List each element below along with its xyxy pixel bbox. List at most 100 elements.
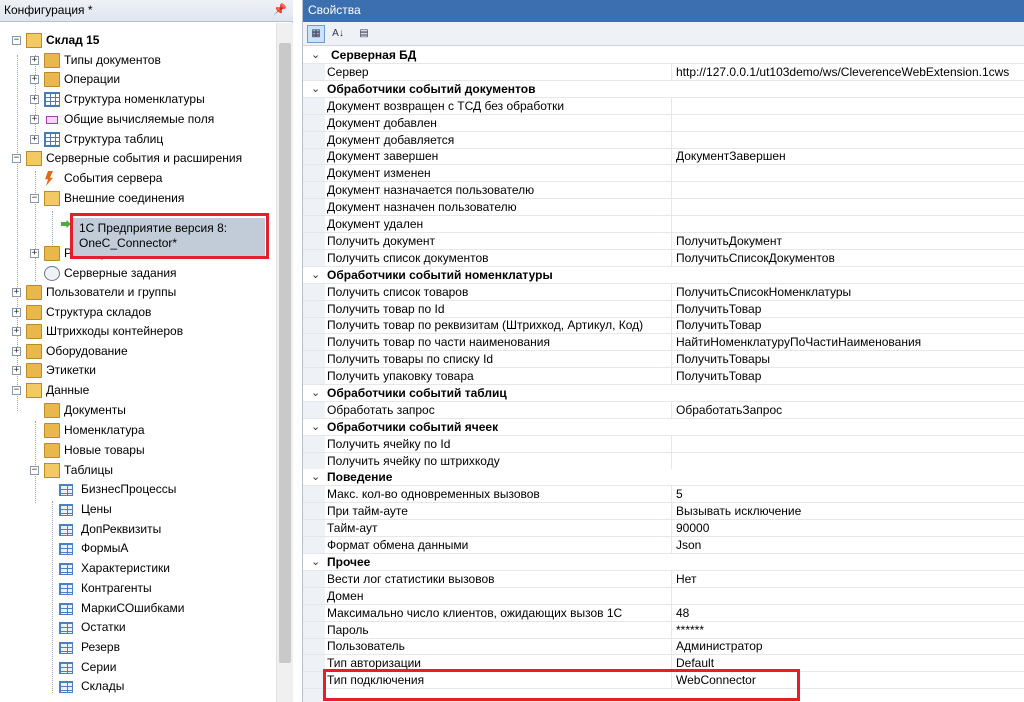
tree-item[interactable]: + Структура таблиц [0,130,270,149]
property-value[interactable]: 5 [676,486,683,502]
tree-item[interactable]: Серверные задания [0,264,270,283]
expand-icon[interactable]: + [30,95,39,104]
expand-icon[interactable]: + [30,56,39,65]
collapse-chevron-icon[interactable]: ⌄ [311,47,320,63]
property-row[interactable]: Получить товар по части наименования Найт… [303,334,1024,351]
property-category[interactable]: ⌄ Поведение [303,469,1024,486]
property-row[interactable]: Получить ячейку по штрихкоду [303,453,1024,470]
tree-item[interactable]: Номенклатура [0,421,270,440]
tree-item[interactable]: БизнесПроцессы [0,480,270,499]
property-row[interactable]: Формат обмена данными Json [303,537,1024,554]
property-value[interactable]: НайтиНоменклатуруПоЧастиНаименования [676,334,921,350]
property-value[interactable]: ****** [676,622,704,638]
property-category[interactable]: ⌄ Обработчики событий документов [303,81,1024,98]
property-category[interactable]: ⌄ Обработчики событий ячеек [303,419,1024,436]
pin-icon[interactable]: 📌 [273,3,287,16]
property-value[interactable]: 90000 [676,520,709,536]
property-value[interactable]: 48 [676,605,689,621]
property-row[interactable]: Сервер http://127.0.0.1/ut103demo/ws/Clev… [303,64,1024,81]
expand-icon[interactable]: + [12,366,21,375]
property-row[interactable]: Максимально число клиентов, ожидающих вы… [303,605,1024,622]
tree-item[interactable]: МаркиСОшибками [0,599,270,618]
property-row[interactable]: Вести лог статистики вызовов Нет [303,571,1024,588]
tree-item[interactable]: + Структура номенклатуры [0,90,270,109]
property-row[interactable]: Документ завершен ДокументЗавершен [303,148,1024,165]
property-row[interactable]: Документ добавляется [303,132,1024,149]
property-row[interactable]: Тайм-аут 90000 [303,520,1024,537]
property-row[interactable]: Документ удален [303,216,1024,233]
tree-item[interactable]: − Серверные события и расширения [0,149,270,168]
property-value[interactable]: Json [676,537,701,553]
tree-item[interactable]: Контрагенты [0,579,270,598]
tree-item[interactable]: ФормыА [0,539,270,558]
tree-item[interactable]: − Внешние соединения [0,189,270,208]
property-category[interactable]: ⌄ Прочее [303,554,1024,571]
tree-scrollbar[interactable] [276,23,293,702]
tree-item[interactable]: + Типы документов [0,51,270,70]
property-row[interactable]: Документ добавлен [303,115,1024,132]
property-row[interactable]: Получить товар по Id ПолучитьТовар [303,301,1024,318]
property-row[interactable]: Документ изменен [303,165,1024,182]
property-row[interactable]: Обработать запрос ОбработатьЗапрос [303,402,1024,419]
expand-icon[interactable]: + [12,327,21,336]
property-row[interactable]: Получить список товаров ПолучитьСписокНом… [303,284,1024,301]
property-row[interactable]: Пароль ****** [303,622,1024,639]
property-row[interactable]: При тайм-ауте Вызывать исключение [303,503,1024,520]
property-row[interactable]: Получить документ ПолучитьДокумент [303,233,1024,250]
expand-icon[interactable]: + [30,115,39,124]
property-value[interactable]: Нет [676,571,696,587]
categorized-icon[interactable]: ▦ [307,25,325,43]
collapse-chevron-icon[interactable]: ⌄ [311,385,320,401]
tree-item[interactable]: Цены [0,500,270,519]
collapse-icon[interactable]: − [12,386,21,395]
collapse-icon[interactable]: − [12,154,21,163]
property-row[interactable]: Получить список документов ПолучитьСписок… [303,250,1024,267]
expand-icon[interactable]: + [12,308,21,317]
property-category[interactable]: ⌄ Серверная БД [303,47,1024,64]
tree-scrollbar-thumb[interactable] [279,43,291,663]
collapse-chevron-icon[interactable]: ⌄ [311,469,320,485]
property-value[interactable]: ОбработатьЗапрос [676,402,782,418]
collapse-icon[interactable]: − [30,466,39,475]
property-row[interactable]: Получить товары по списку Id ПолучитьТова… [303,351,1024,368]
expand-icon[interactable]: + [12,347,21,356]
alphabetical-icon[interactable]: A↓ [329,25,347,43]
property-value[interactable]: ПолучитьДокумент [676,233,782,249]
tree-item[interactable]: Склады [0,677,270,696]
tree-item[interactable]: − Таблицы [0,461,270,480]
tree-item[interactable]: Новые товары [0,441,270,460]
property-value[interactable]: ПолучитьСписокДокументов [676,250,835,266]
property-row[interactable]: Пользователь Администратор [303,638,1024,655]
collapse-icon[interactable]: − [30,194,39,203]
expand-icon[interactable]: + [12,288,21,297]
property-value[interactable]: http://127.0.0.1/ut103demo/ws/Cleverence… [676,64,1009,80]
tree-item[interactable]: ДопРеквизиты [0,520,270,539]
tree-item[interactable]: + Структура складов [0,303,270,322]
property-row[interactable]: Документ возвращен с ТСД без обработки [303,98,1024,115]
property-row[interactable]: Домен [303,588,1024,605]
property-value[interactable]: ПолучитьТовар [676,368,761,384]
tree-item[interactable]: + Этикетки [0,361,270,380]
property-value[interactable]: ПолучитьТовар [676,317,761,333]
property-category[interactable]: ⌄ Обработчики событий номенклатуры [303,267,1024,284]
collapse-chevron-icon[interactable]: ⌄ [311,267,320,283]
expand-icon[interactable]: + [30,249,39,258]
tree-item[interactable]: Остатки [0,618,270,637]
property-pages-icon[interactable]: ▤ [355,25,373,43]
expand-icon[interactable]: + [30,135,39,144]
property-value[interactable]: Вызывать исключение [676,503,801,519]
property-row[interactable]: Макс. кол-во одновременных вызовов 5 [303,486,1024,503]
property-value[interactable]: Администратор [676,638,763,654]
tree-item[interactable]: + Операции [0,70,270,89]
tree-item[interactable]: Серии [0,658,270,677]
property-value[interactable]: ДокументЗавершен [676,148,786,164]
expand-icon[interactable]: + [30,75,39,84]
collapse-chevron-icon[interactable]: ⌄ [311,419,320,435]
property-row[interactable]: Получить ячейку по Id [303,436,1024,453]
collapse-chevron-icon[interactable]: ⌄ [311,81,320,97]
tree-item[interactable]: Характеристики [0,559,270,578]
tree-item[interactable]: + Пользователи и группы [0,283,270,302]
property-row[interactable]: Получить товар по реквизитам (Штрихкод, … [303,317,1024,334]
tree-item[interactable]: − Данные [0,381,270,400]
property-value[interactable]: ПолучитьТовары [676,351,770,367]
